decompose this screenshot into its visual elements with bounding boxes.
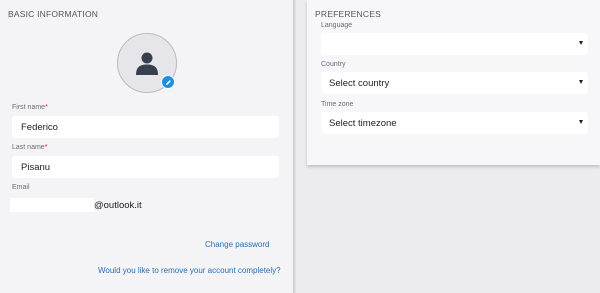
timezone-select[interactable]: Select timezone: [321, 112, 588, 134]
email-redaction: [10, 198, 94, 212]
preferences-panel: PREFERENCES Language Country Select coun…: [307, 0, 600, 165]
timezone-dropdown-arrow-icon: [579, 120, 583, 124]
email-label: Email: [12, 184, 30, 191]
language-label: Language: [321, 22, 353, 29]
change-password-link[interactable]: Change password: [205, 240, 269, 249]
basic-information-panel: BASIC INFORMATION First name* Last name*…: [0, 0, 293, 293]
country-label: Country: [321, 61, 346, 68]
panel-divider: [293, 0, 296, 293]
last-name-label: Last name*: [12, 144, 47, 151]
timezone-label: Time zone: [321, 101, 354, 108]
pencil-icon: [165, 79, 171, 85]
preferences-title: PREFERENCES: [315, 9, 381, 19]
email-value: @outlook.it: [94, 200, 142, 211]
timezone-select-value: Select timezone: [329, 117, 397, 129]
language-select[interactable]: [321, 33, 588, 55]
country-dropdown-arrow-icon: [579, 80, 583, 84]
first-name-label: First name*: [12, 104, 48, 111]
first-name-input[interactable]: [12, 116, 279, 138]
last-name-label-text: Last name: [12, 144, 45, 151]
country-select[interactable]: Select country: [321, 72, 588, 94]
user-silhouette-icon: [136, 52, 158, 75]
remove-account-link[interactable]: Would you like to remove your account co…: [98, 266, 281, 275]
language-dropdown-arrow-icon: [579, 41, 583, 45]
last-name-input[interactable]: [12, 156, 279, 178]
first-name-label-text: First name: [12, 104, 46, 111]
first-name-required-marker: *: [45, 104, 48, 111]
last-name-required-marker: *: [44, 144, 48, 151]
edit-avatar-button[interactable]: [161, 75, 175, 89]
country-select-value: Select country: [329, 77, 390, 89]
avatar-container: [117, 33, 177, 93]
basic-information-title: BASIC INFORMATION: [8, 9, 99, 19]
